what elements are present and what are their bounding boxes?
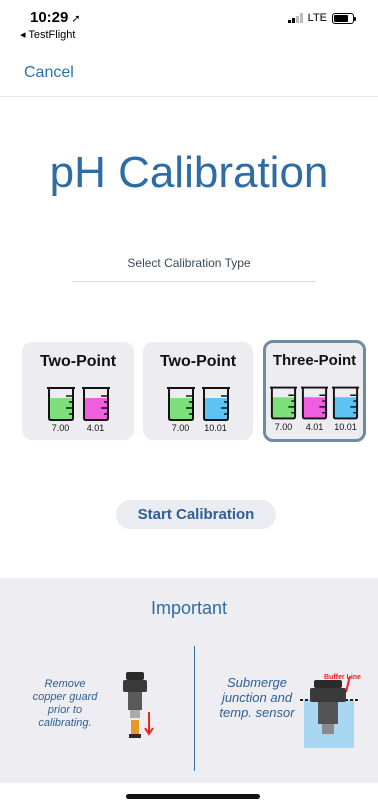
home-indicator[interactable] bbox=[126, 794, 260, 799]
cancel-button[interactable]: Cancel bbox=[24, 64, 74, 82]
start-calibration-button[interactable]: Start Calibration bbox=[116, 500, 276, 529]
back-to-testflight-link[interactable]: ◂ TestFlight bbox=[20, 28, 75, 41]
beaker-label: 7.00 bbox=[274, 422, 293, 432]
important-title: Important bbox=[150, 598, 228, 618]
green-beaker-icon bbox=[166, 387, 195, 421]
submerge-instruction: Submerge junction and temp. sensor bbox=[219, 675, 295, 720]
beaker-label: 10.01 bbox=[204, 423, 227, 433]
status-bar: 10:29 ➚ ◂ TestFlight LTE bbox=[0, 0, 378, 52]
network-type: LTE bbox=[307, 12, 327, 24]
option-two-point-base[interactable]: Two-Point 7.00 10.01 bbox=[143, 342, 253, 440]
status-indicators: LTE bbox=[287, 12, 356, 24]
remove-guard-instruction: Remove copper guard prior to calibrating… bbox=[32, 678, 98, 729]
beaker-label: 4.01 bbox=[86, 423, 105, 433]
beaker-label: 10.01 bbox=[334, 422, 357, 432]
important-panel: Important Remove copper guard prior to c… bbox=[0, 578, 378, 783]
beaker-label: 7.00 bbox=[51, 423, 70, 433]
beaker: 4.01 bbox=[81, 386, 111, 433]
location-icon: ➚ bbox=[71, 13, 81, 25]
beaker-group: 7.00 10.01 bbox=[143, 386, 253, 433]
status-time: 10:29 ➚ bbox=[30, 9, 81, 26]
panel-divider bbox=[194, 646, 195, 771]
option-title: Three-Point bbox=[272, 352, 357, 369]
beaker-group: 7.00 4.01 bbox=[22, 386, 134, 433]
beaker-label: 7.00 bbox=[171, 423, 190, 433]
signal-strength-icon bbox=[287, 13, 303, 23]
probe-remove-guard-icon bbox=[123, 672, 154, 738]
beaker: 4.01 bbox=[300, 385, 329, 432]
pink-beaker-icon bbox=[81, 387, 110, 421]
calibration-type-selector[interactable]: Select Calibration Type bbox=[0, 256, 378, 270]
beaker: 7.00 bbox=[166, 386, 196, 433]
blue-beaker-icon bbox=[331, 386, 360, 420]
option-two-point-acid[interactable]: Two-Point 7.00 4.01 bbox=[22, 342, 134, 440]
buffer-submerge-icon bbox=[300, 675, 358, 748]
green-beaker-icon bbox=[46, 387, 75, 421]
beaker: 7.00 bbox=[269, 385, 298, 432]
pink-beaker-icon bbox=[300, 386, 329, 420]
beaker: 10.01 bbox=[331, 385, 360, 432]
green-beaker-icon bbox=[269, 386, 298, 420]
nav-divider bbox=[0, 96, 378, 97]
beaker: 7.00 bbox=[46, 386, 76, 433]
option-title: Two-Point bbox=[159, 353, 237, 370]
page-title: pH Calibration bbox=[49, 148, 329, 197]
beaker: 10.01 bbox=[201, 386, 231, 433]
option-title: Two-Point bbox=[39, 353, 117, 370]
subtitle-underline bbox=[72, 281, 316, 282]
option-three-point[interactable]: Three-Point 7.00 4.01 10.01 bbox=[263, 340, 366, 442]
blue-beaker-icon bbox=[201, 387, 230, 421]
battery-icon bbox=[332, 12, 356, 24]
beaker-group: 7.00 4.01 10.01 bbox=[266, 385, 363, 432]
beaker-label: 4.01 bbox=[305, 422, 324, 432]
